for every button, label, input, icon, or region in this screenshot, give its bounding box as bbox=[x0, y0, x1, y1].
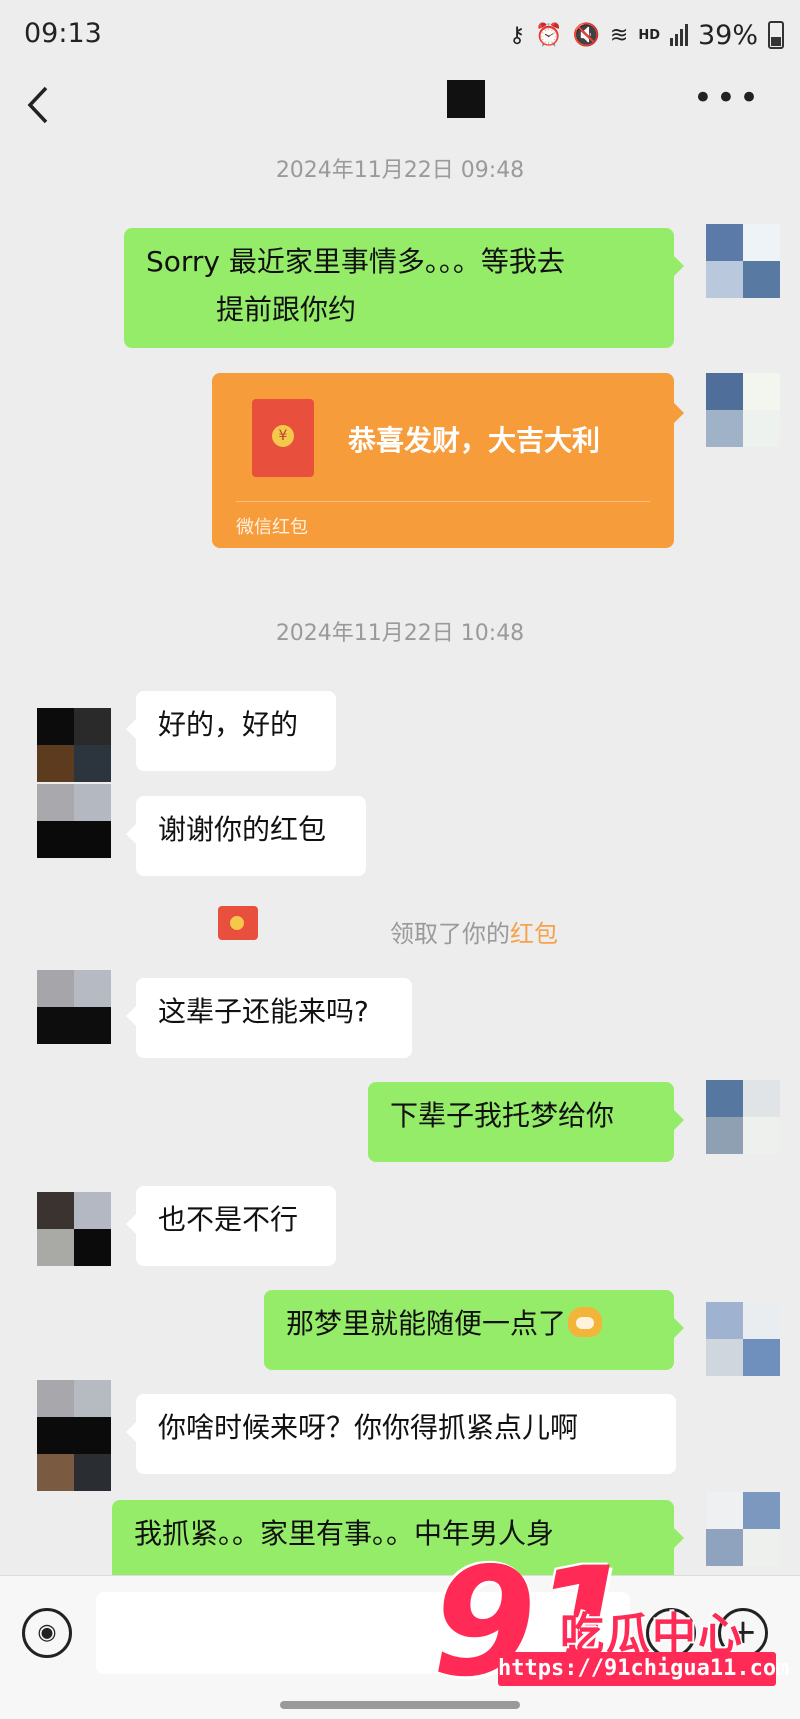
received-message[interactable]: 这辈子还能来吗? bbox=[126, 978, 412, 1058]
battery-percent: 39% bbox=[697, 19, 758, 51]
cat-emoji-icon bbox=[568, 1307, 603, 1337]
received-message[interactable]: 谢谢你的红包 bbox=[126, 796, 366, 876]
alarm-icon: ⏰ bbox=[535, 22, 563, 48]
status-bar: 09:13 ⚷ ⏰ 🔇 ≋ HD 39% bbox=[0, 0, 800, 70]
system-notice: 领取了你的红包 bbox=[390, 914, 558, 949]
divider bbox=[236, 501, 650, 502]
avatar-contact[interactable] bbox=[37, 708, 111, 782]
sent-message[interactable]: Sorry 最近家里事情多。。。等我去 提前跟你约 bbox=[124, 228, 684, 348]
avatar-self[interactable] bbox=[706, 1492, 780, 1566]
message-text: 也不是不行 bbox=[158, 1203, 299, 1236]
avatar-self[interactable] bbox=[706, 1080, 780, 1154]
sent-message[interactable]: 下辈子我托梦给你 bbox=[368, 1082, 684, 1162]
avatar-self[interactable] bbox=[706, 224, 780, 298]
back-button[interactable] bbox=[22, 82, 62, 128]
mute-icon: 🔇 bbox=[572, 22, 600, 48]
message-text-line1: Sorry 最近家里事情多。。。等我去 bbox=[146, 245, 565, 278]
watermark-url: https://91chigua11.com bbox=[498, 1652, 789, 1686]
avatar-contact[interactable] bbox=[37, 970, 111, 1044]
avatar-contact[interactable] bbox=[37, 1192, 111, 1266]
more-button[interactable]: ••• bbox=[693, 78, 762, 118]
status-icons: ⚷ ⏰ 🔇 ≋ HD 39% bbox=[509, 18, 784, 52]
timestamp: 2024年11月22日 10:48 bbox=[275, 621, 525, 646]
red-packet-card[interactable]: ¥ 恭喜发财，大吉大利 微信红包 bbox=[212, 373, 684, 548]
timestamp: 2024年11月22日 09:48 bbox=[275, 158, 525, 183]
battery-icon bbox=[768, 21, 784, 49]
status-time: 09:13 bbox=[24, 18, 102, 49]
red-packet-small-icon bbox=[218, 906, 258, 940]
message-text: 好的，好的 bbox=[158, 708, 299, 741]
red-packet-link[interactable]: 红包 bbox=[510, 920, 558, 948]
received-message[interactable]: 好的，好的 bbox=[126, 691, 336, 771]
chat-header: ••• bbox=[0, 70, 800, 142]
key-icon: ⚷ bbox=[508, 22, 526, 48]
chat-title-redacted bbox=[447, 80, 485, 118]
avatar-self[interactable] bbox=[706, 373, 780, 447]
red-packet-icon: ¥ bbox=[252, 399, 314, 477]
message-text: 下辈子我托梦给你 bbox=[390, 1099, 615, 1132]
message-text-line2: 提前跟你约 bbox=[216, 293, 357, 326]
red-packet-label: 微信红包 bbox=[236, 517, 308, 538]
avatar-self[interactable] bbox=[706, 1302, 780, 1376]
message-text: 这辈子还能来吗? bbox=[158, 995, 369, 1028]
system-notice-text: 领取了你的 bbox=[390, 920, 510, 948]
wifi-icon: ≋ bbox=[609, 22, 629, 48]
avatar-contact[interactable] bbox=[37, 1380, 111, 1491]
more-icon: ••• bbox=[692, 78, 762, 118]
hd-badge: HD bbox=[638, 27, 660, 43]
received-message[interactable]: 也不是不行 bbox=[126, 1186, 336, 1266]
signal-icon bbox=[669, 24, 688, 46]
chevron-left-icon bbox=[27, 86, 48, 124]
received-message[interactable]: 你啥时候来呀？你你得抓紧点儿啊 bbox=[126, 1394, 676, 1474]
message-text: 谢谢你的红包 bbox=[158, 813, 327, 846]
voice-icon: ◉ bbox=[37, 1620, 57, 1645]
red-packet-greeting: 恭喜发财，大吉大利 bbox=[348, 424, 601, 457]
message-text: 你啥时候来呀？你你得抓紧点儿啊 bbox=[158, 1411, 579, 1444]
sent-message[interactable]: 那梦里就能随便一点了 bbox=[264, 1290, 684, 1370]
message-text: 那梦里就能随便一点了 bbox=[286, 1307, 567, 1340]
avatar-contact[interactable] bbox=[37, 784, 111, 858]
voice-button[interactable]: ◉ bbox=[22, 1608, 72, 1658]
